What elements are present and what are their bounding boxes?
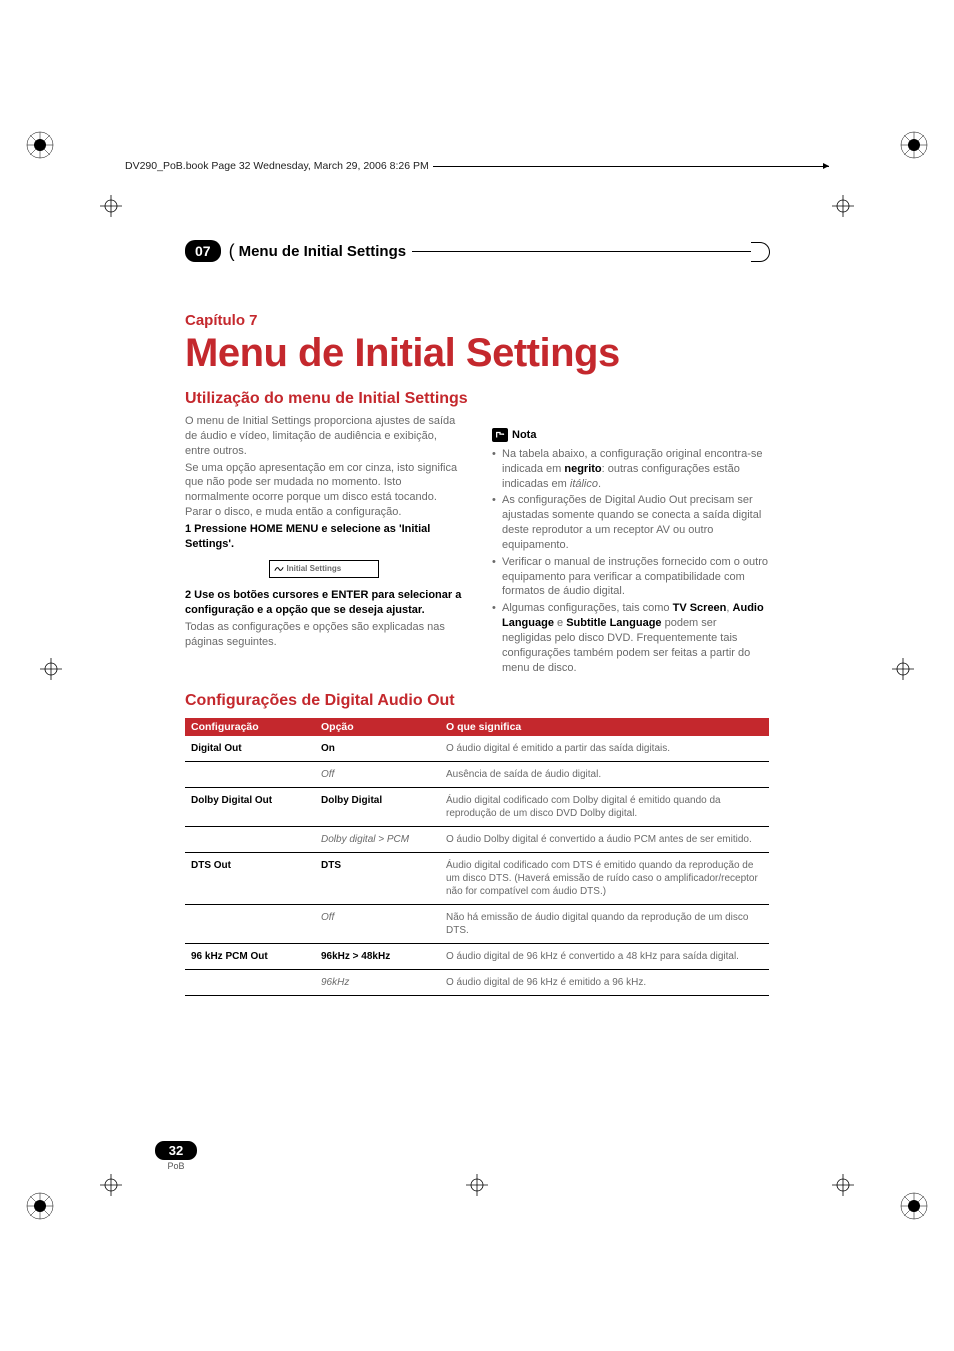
- chapter-number-badge: 07: [185, 240, 221, 262]
- list-item: Na tabela abaixo, a configuração origina…: [492, 447, 769, 492]
- cfg-cell: 96 kHz PCM Out: [185, 943, 315, 969]
- left-column: O menu de Initial Settings proporciona a…: [185, 414, 462, 678]
- print-mark-icon: [25, 130, 55, 160]
- registration-mark-icon: [100, 1174, 122, 1196]
- chapter-bar: 07 ( Menu de Initial Settings: [185, 240, 769, 262]
- list-item: Algumas configurações, tais como TV Scre…: [492, 601, 769, 675]
- table-row: Digital OutOnO áudio digital é emitido a…: [185, 736, 769, 762]
- cfg-cell: Dolby Digital Out: [185, 787, 315, 826]
- two-column-layout: O menu de Initial Settings proporciona a…: [185, 414, 769, 678]
- opt-cell: On: [315, 736, 440, 762]
- gui-screenshot: Initial Settings: [269, 560, 379, 579]
- print-mark-icon: [899, 130, 929, 160]
- desc-cell: Áudio digital codificado com Dolby digit…: [440, 787, 769, 826]
- notes-list: Na tabela abaixo, a configuração origina…: [492, 447, 769, 676]
- chapter-line: [412, 251, 769, 252]
- step-heading: 1 Pressione HOME MENU e selecione as 'In…: [185, 522, 462, 552]
- desc-cell: Ausência de saída de áudio digital.: [440, 761, 769, 787]
- paragraph: Se uma opção apresentação em cor cinza, …: [185, 461, 462, 520]
- table-row: OffNão há emissão de áudio digital quand…: [185, 904, 769, 943]
- note-heading: Nota: [492, 428, 769, 443]
- page-number: 32: [155, 1141, 197, 1160]
- page-lang: PoB: [155, 1161, 197, 1171]
- registration-mark-icon: [892, 658, 914, 680]
- right-column: Nota Na tabela abaixo, a configuração or…: [492, 414, 769, 678]
- gui-label: Initial Settings: [287, 564, 342, 575]
- col-header: Opção: [315, 718, 440, 736]
- desc-cell: O áudio digital de 96 kHz é emitido a 96…: [440, 969, 769, 995]
- opt-cell: Off: [315, 761, 440, 787]
- chapter-label: Capítulo 7: [185, 312, 769, 329]
- desc-cell: O áudio digital de 96 kHz é convertido a…: [440, 943, 769, 969]
- table-row: Dolby Digital OutDolby DigitalÁudio digi…: [185, 787, 769, 826]
- cfg-cell: [185, 826, 315, 852]
- section-title: Utilização do menu de Initial Settings: [185, 390, 769, 408]
- col-header: O que significa: [440, 718, 769, 736]
- paragraph: Todas as configurações e opções são expl…: [185, 620, 462, 650]
- table-header-row: Configuração Opção O que significa: [185, 718, 769, 736]
- opt-cell: 96kHz > 48kHz: [315, 943, 440, 969]
- settings-table: Configuração Opção O que significa Digit…: [185, 718, 769, 996]
- desc-cell: O áudio Dolby digital é convertido a áud…: [440, 826, 769, 852]
- registration-mark-icon: [466, 1174, 488, 1196]
- opt-cell: Dolby Digital: [315, 787, 440, 826]
- list-item: As configurações de Digital Audio Out pr…: [492, 493, 769, 552]
- col-header: Configuração: [185, 718, 315, 736]
- opt-cell: Off: [315, 904, 440, 943]
- registration-mark-icon: [40, 658, 62, 680]
- paragraph: O menu de Initial Settings proporciona a…: [185, 414, 462, 459]
- arrow-icon: [823, 163, 829, 169]
- table-row: 96kHzO áudio digital de 96 kHz é emitido…: [185, 969, 769, 995]
- page-content: 07 ( Menu de Initial Settings Capítulo 7…: [185, 240, 769, 996]
- page-number-badge: 32 PoB: [155, 1141, 197, 1171]
- chapter-bar-title: Menu de Initial Settings: [239, 243, 407, 260]
- page-title: Menu de Initial Settings: [185, 331, 769, 376]
- desc-cell: O áudio digital é emitido a partir das s…: [440, 736, 769, 762]
- cfg-cell: [185, 904, 315, 943]
- cfg-cell: Digital Out: [185, 736, 315, 762]
- section-title: Configurações de Digital Audio Out: [185, 692, 769, 710]
- initial-settings-icon: [274, 564, 284, 574]
- chapter-paren-icon: (: [229, 241, 235, 262]
- note-label: Nota: [512, 428, 536, 443]
- step-heading: 2 Use os botões cursores e ENTER para se…: [185, 588, 462, 618]
- print-mark-icon: [25, 1191, 55, 1221]
- table-row: Dolby digital > PCMO áudio Dolby digital…: [185, 826, 769, 852]
- registration-mark-icon: [100, 195, 122, 217]
- header-text: DV290_PoB.book Page 32 Wednesday, March …: [125, 160, 433, 172]
- opt-cell: DTS: [315, 852, 440, 904]
- print-mark-icon: [899, 1191, 929, 1221]
- cfg-cell: [185, 969, 315, 995]
- registration-mark-icon: [832, 1174, 854, 1196]
- desc-cell: Áudio digital codificado com DTS é emiti…: [440, 852, 769, 904]
- table-row: 96 kHz PCM Out96kHz > 48kHzO áudio digit…: [185, 943, 769, 969]
- note-icon: [492, 428, 508, 442]
- table-row: OffAusência de saída de áudio digital.: [185, 761, 769, 787]
- list-item: Verificar o manual de instruções forneci…: [492, 555, 769, 600]
- cfg-cell: [185, 761, 315, 787]
- registration-mark-icon: [832, 195, 854, 217]
- desc-cell: Não há emissão de áudio digital quando d…: [440, 904, 769, 943]
- opt-cell: 96kHz: [315, 969, 440, 995]
- opt-cell: Dolby digital > PCM: [315, 826, 440, 852]
- cfg-cell: DTS Out: [185, 852, 315, 904]
- table-row: DTS OutDTSÁudio digital codificado com D…: [185, 852, 769, 904]
